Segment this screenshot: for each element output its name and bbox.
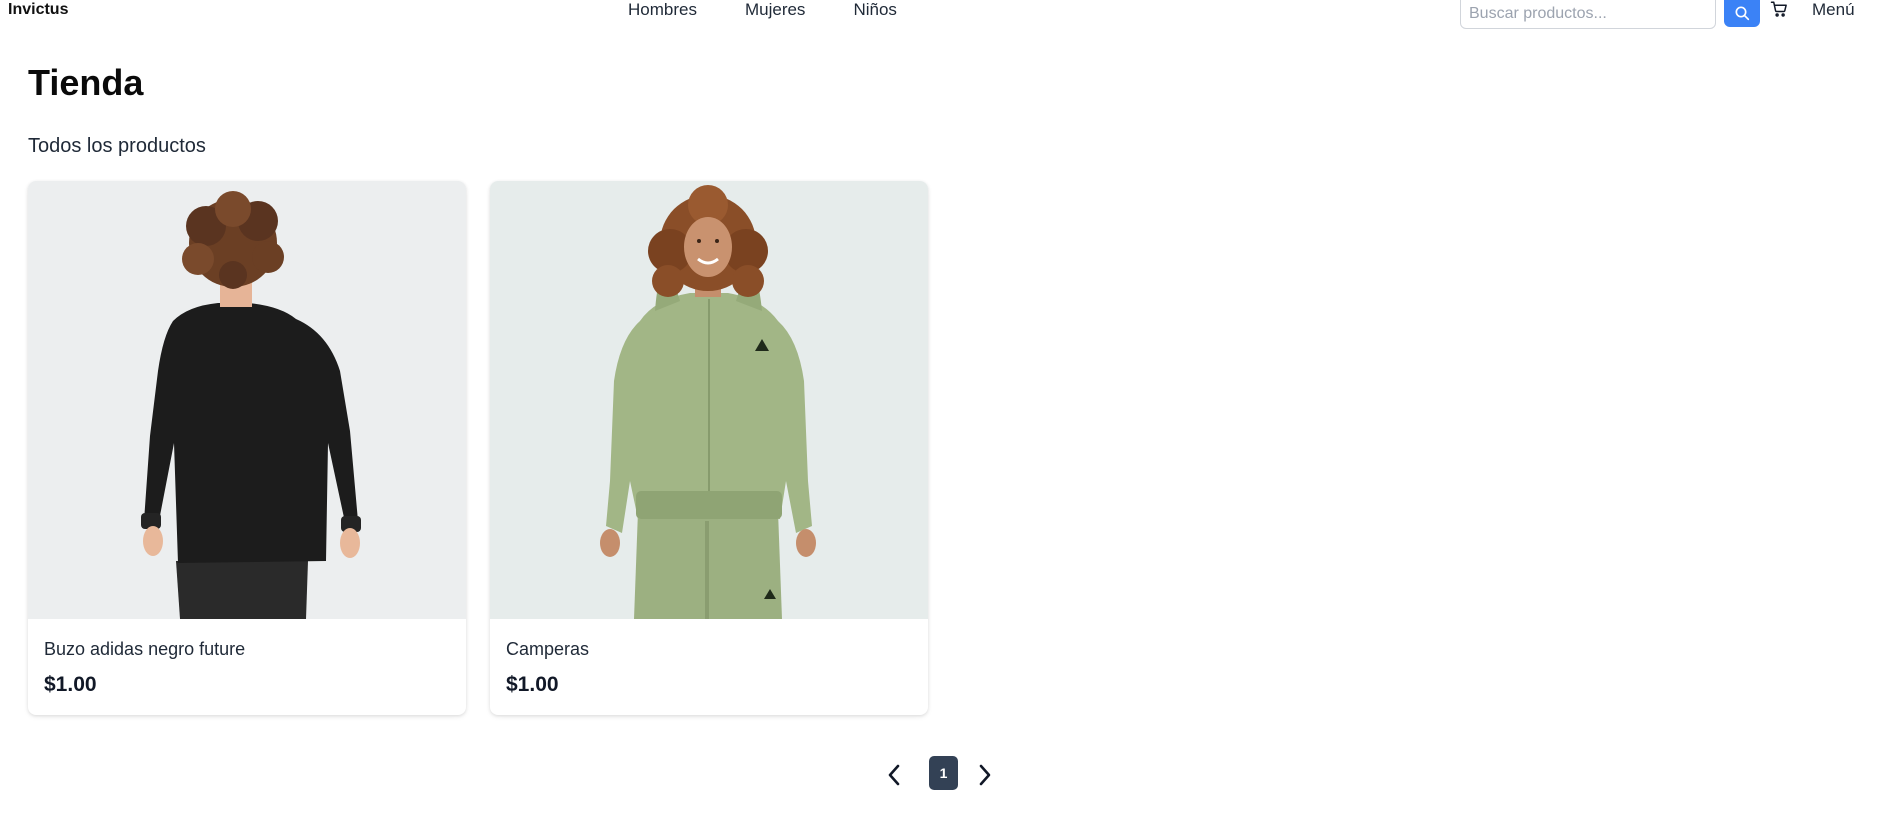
product-name[interactable]: Camperas bbox=[506, 639, 589, 660]
nav-link-hombres[interactable]: Hombres bbox=[628, 0, 697, 20]
cart-button[interactable] bbox=[1768, 0, 1790, 20]
product-photo-black-sweater bbox=[141, 191, 361, 619]
pagination-prev-button[interactable] bbox=[882, 762, 906, 788]
page-title: Tienda bbox=[28, 62, 144, 103]
page: Invictus Hombres Mujeres Niños Menú Tien… bbox=[0, 0, 1877, 832]
section-subtitle: Todos los productos bbox=[28, 135, 206, 157]
main-nav: Hombres Mujeres Niños bbox=[628, 0, 897, 20]
search-button[interactable] bbox=[1724, 0, 1760, 27]
product-card[interactable]: Camperas $1.00 bbox=[490, 181, 928, 715]
pagination-next-button[interactable] bbox=[973, 762, 997, 788]
menu-button[interactable]: Menú bbox=[1812, 0, 1855, 20]
product-price: $1.00 bbox=[44, 673, 97, 696]
product-card[interactable]: Buzo adidas negro future $1.00 bbox=[28, 181, 466, 715]
brand-logo[interactable]: Invictus bbox=[8, 1, 68, 19]
search-input[interactable] bbox=[1460, 0, 1716, 29]
nav-link-mujeres[interactable]: Mujeres bbox=[745, 0, 805, 20]
cart-icon bbox=[1770, 1, 1787, 17]
chevron-left-icon bbox=[888, 764, 900, 786]
search-icon bbox=[1735, 6, 1750, 20]
pagination-page-button[interactable]: 1 bbox=[929, 756, 958, 790]
product-photo-green-jacket bbox=[600, 185, 816, 619]
product-price: $1.00 bbox=[506, 673, 559, 696]
product-name[interactable]: Buzo adidas negro future bbox=[44, 639, 245, 660]
top-header: Invictus Hombres Mujeres Niños Menú bbox=[0, 0, 1877, 29]
chevron-right-icon bbox=[979, 764, 991, 786]
product-image[interactable] bbox=[490, 181, 928, 619]
nav-link-ninos[interactable]: Niños bbox=[853, 0, 896, 20]
product-image[interactable] bbox=[28, 181, 466, 619]
